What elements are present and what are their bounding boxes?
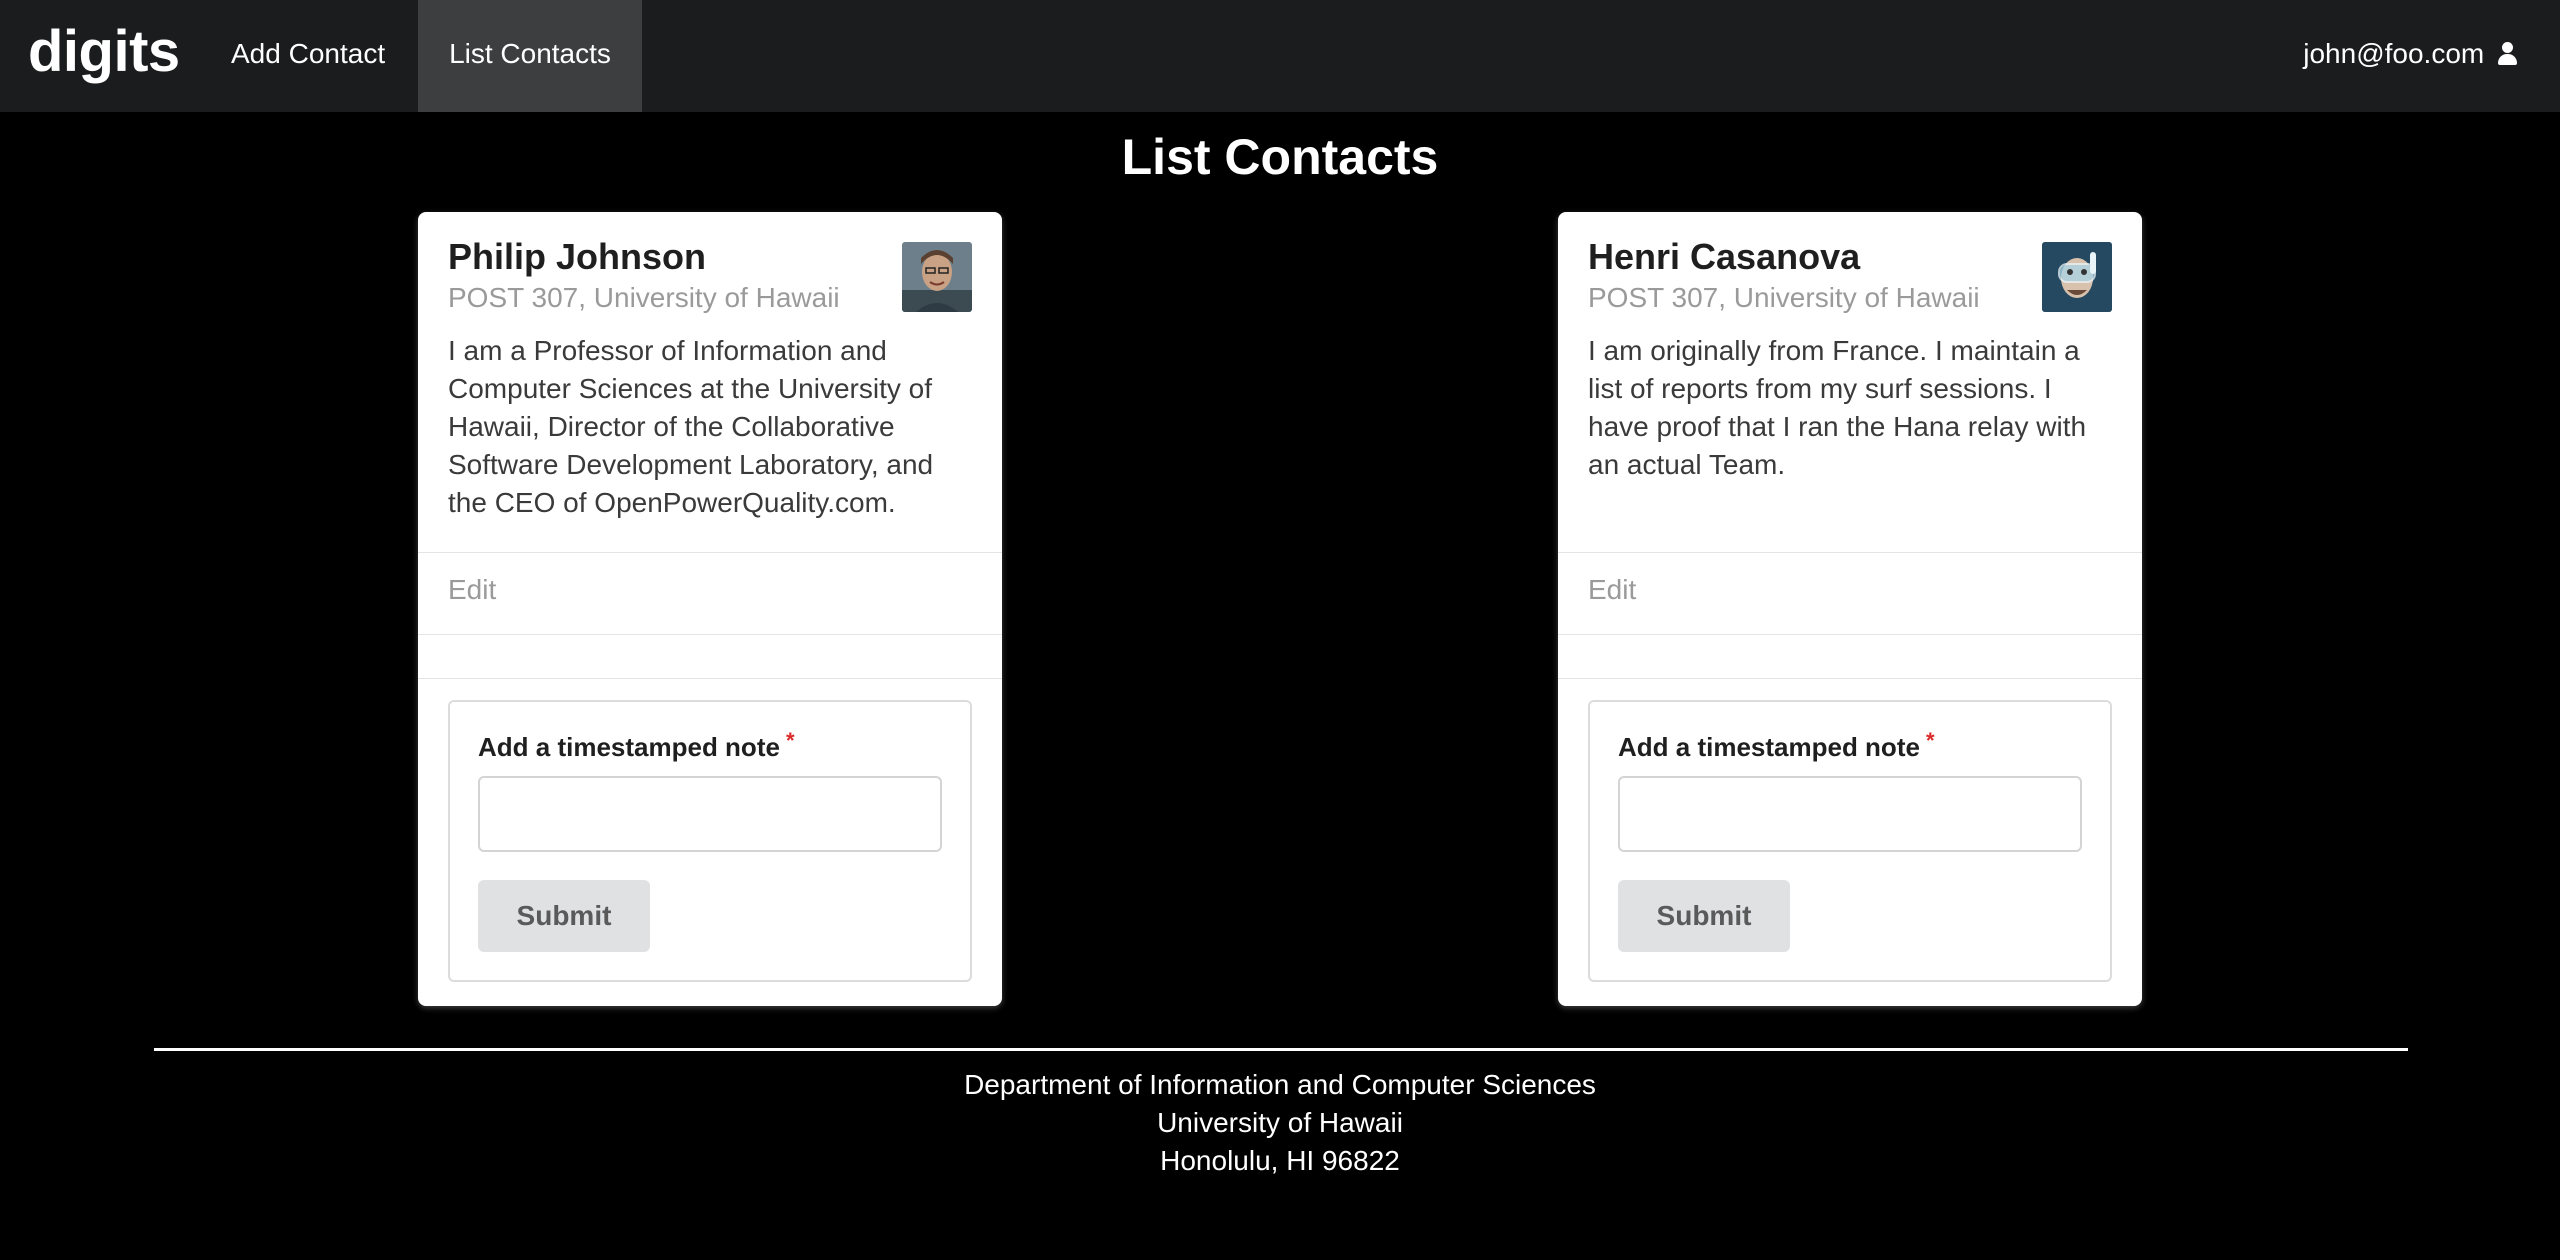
user-email: john@foo.com	[2303, 38, 2485, 69]
required-indicator: *	[1925, 728, 1935, 753]
edit-link[interactable]: Edit	[448, 574, 496, 606]
note-input[interactable]	[478, 776, 942, 852]
card-divider	[1558, 678, 2142, 679]
note-label-text: Add a timestamped note	[1618, 732, 1920, 762]
user-icon	[2498, 42, 2517, 66]
brand-logo[interactable]: digits	[28, 0, 180, 112]
contact-address: POST 307, University of Hawaii	[1588, 282, 1980, 313]
contact-name: Philip Johnson	[448, 236, 706, 277]
note-form: Add a timestamped note * Submit	[448, 700, 972, 982]
user-menu[interactable]: john@foo.com	[2303, 0, 2517, 112]
card-divider	[1558, 552, 2142, 553]
note-label-text: Add a timestamped note	[478, 732, 780, 762]
footer-divider	[154, 1048, 2408, 1051]
footer-address: Honolulu, HI 96822	[1160, 1145, 1400, 1176]
edit-link[interactable]: Edit	[1588, 574, 1636, 606]
contact-description: I am a Professor of Information and Comp…	[448, 335, 934, 518]
page-title: List Contacts	[1121, 129, 1439, 185]
contact-card: Henri Casanova POST 307, University of H…	[1558, 212, 2142, 1006]
card-divider	[418, 634, 1002, 635]
nav-list-contacts[interactable]: List Contacts	[418, 0, 642, 112]
contact-card: Philip Johnson POST 307, University of H…	[418, 212, 1002, 1006]
submit-button[interactable]: Submit	[1618, 880, 1790, 952]
note-field-label: Add a timestamped note *	[1618, 728, 1935, 763]
card-divider	[418, 552, 1002, 553]
contact-avatar	[902, 242, 972, 312]
card-divider	[418, 678, 1002, 679]
contact-address: POST 307, University of Hawaii	[448, 282, 840, 313]
footer-department: Department of Information and Computer S…	[964, 1069, 1596, 1100]
card-divider	[1558, 634, 2142, 635]
contact-name: Henri Casanova	[1588, 236, 1861, 277]
nav-add-contact[interactable]: Add Contact	[200, 0, 416, 112]
required-indicator: *	[785, 728, 795, 753]
contact-description: I am originally from France. I maintain …	[1588, 335, 2087, 480]
contact-avatar	[2042, 242, 2112, 312]
note-input[interactable]	[1618, 776, 2082, 852]
note-field-label: Add a timestamped note *	[478, 728, 795, 763]
footer-university: University of Hawaii	[1157, 1107, 1403, 1138]
note-form: Add a timestamped note * Submit	[1588, 700, 2112, 982]
footer: Department of Information and Computer S…	[0, 1066, 2560, 1180]
submit-button[interactable]: Submit	[478, 880, 650, 952]
top-navbar: digits Add Contact List Contacts john@fo…	[0, 0, 2560, 112]
